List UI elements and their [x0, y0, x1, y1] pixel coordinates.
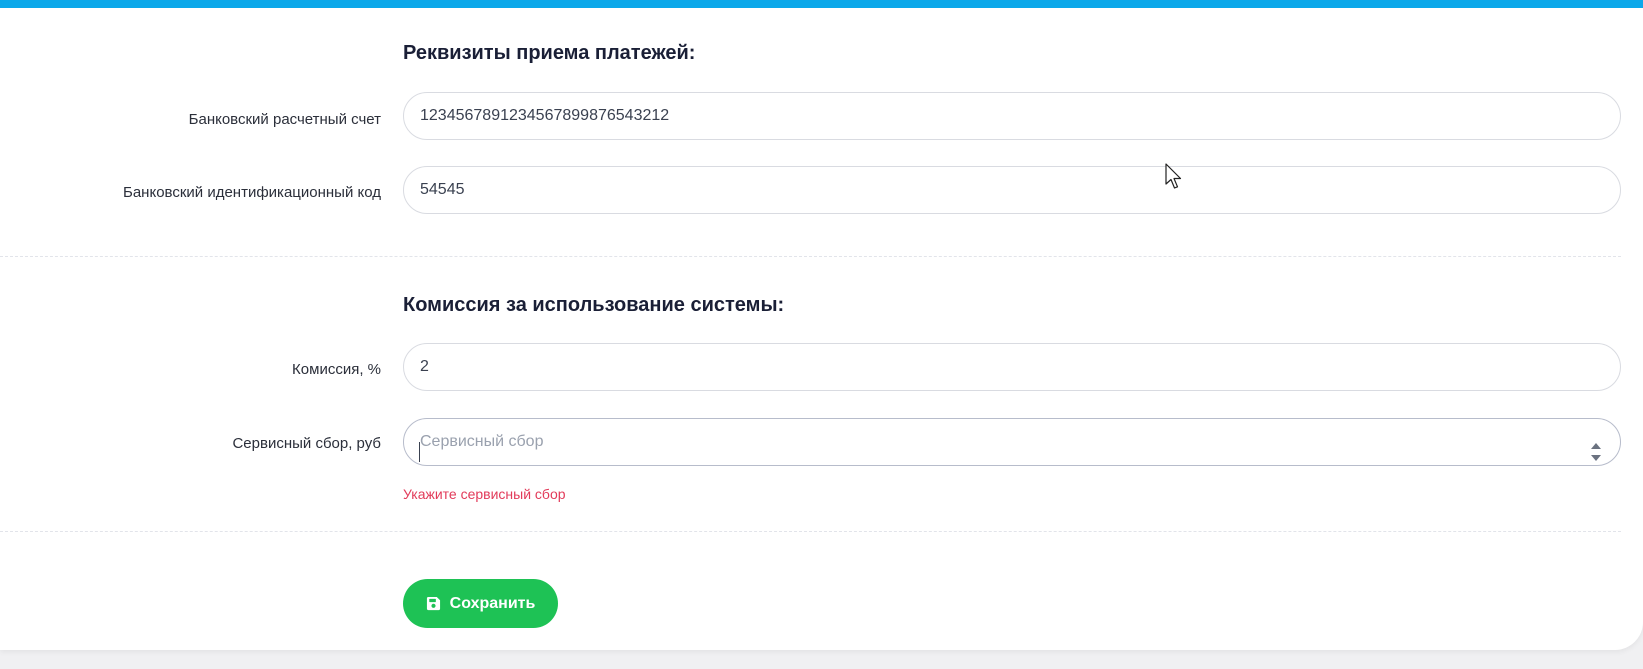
- bic-label: Банковский идентификационный код: [123, 184, 381, 201]
- floppy-disk-icon: [426, 596, 440, 611]
- payment-details-title: Реквизиты приема платежей:: [403, 42, 696, 64]
- number-spinner-icon[interactable]: [1589, 440, 1603, 464]
- section-divider: [0, 531, 1621, 532]
- commission-percent-input[interactable]: [403, 343, 1621, 391]
- section-divider: [0, 256, 1621, 257]
- service-fee-input[interactable]: [403, 418, 1621, 466]
- service-fee-label: Сервисный сбор, руб: [232, 435, 381, 452]
- settings-card: Реквизиты приема платежей: Банковский ра…: [0, 0, 1643, 650]
- commission-percent-label: Комиссия, %: [292, 361, 381, 378]
- mouse-pointer-icon: [1165, 163, 1182, 189]
- service-fee-error: Укажите сервисный сбор: [403, 486, 566, 502]
- bank-account-input[interactable]: [403, 92, 1621, 140]
- bank-account-label: Банковский расчетный счет: [188, 111, 381, 128]
- bic-input[interactable]: [403, 166, 1621, 214]
- save-button[interactable]: Сохранить: [403, 579, 558, 628]
- commission-title: Комиссия за использование системы:: [403, 294, 785, 316]
- text-caret: [419, 442, 420, 462]
- save-button-label: Сохранить: [449, 594, 536, 612]
